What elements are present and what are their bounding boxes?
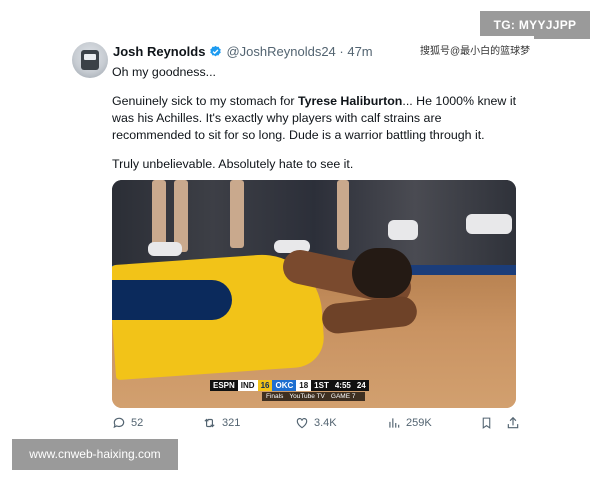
scorebug: ESPN IND 16 OKC 18 1ST 4:55 24 — [210, 380, 369, 391]
reply-count: 52 — [131, 417, 144, 429]
tweet-text-prefix: Genuinely sick to my stomach for — [112, 94, 298, 108]
scorebug-period: 1ST — [311, 380, 332, 391]
tweet-media-image[interactable]: ESPN IND 16 OKC 18 1ST 4:55 24 Finals Yo… — [112, 180, 516, 408]
handle-and-timestamp[interactable]: @JoshReynolds24 · 47m — [226, 44, 372, 59]
scorebug-team1-score: 16 — [257, 380, 273, 391]
views-chart-icon — [389, 418, 400, 428]
scorebug-team1: IND — [237, 380, 258, 391]
tg-watermark-badge: TG: MYYJJPP — [480, 11, 590, 39]
share-button[interactable] — [506, 416, 525, 430]
repost-count: 321 — [222, 417, 241, 429]
sohu-watermark: 搜狐号@最小白的篮球梦 — [420, 46, 531, 57]
reply-button[interactable]: 52 — [112, 416, 143, 430]
tweet-action-bar: 52 321 3.4K 259K — [112, 416, 522, 434]
repost-icon — [204, 418, 215, 428]
avatar[interactable] — [72, 42, 108, 78]
heart-icon — [296, 418, 308, 429]
scorebug-network: ESPN — [210, 380, 238, 391]
share-icon — [507, 416, 519, 429]
scorebug-tv: YouTube TV — [289, 393, 325, 400]
like-count: 3.4K — [314, 417, 337, 429]
scorebug-team2-score: 18 — [296, 380, 312, 391]
author-name[interactable]: Josh Reynolds — [113, 44, 205, 59]
scorebug-team2: OKC — [272, 380, 297, 391]
repost-button[interactable]: 321 — [202, 416, 240, 430]
bookmark-button[interactable] — [480, 416, 498, 430]
bookmark-icon — [482, 417, 491, 429]
views-count: 259K — [406, 417, 432, 429]
verified-badge-icon — [210, 45, 222, 57]
player-head — [352, 248, 412, 298]
tweet-text-paragraph: Genuinely sick to my stomach for Tyrese … — [112, 93, 522, 144]
tweet-text-line1: Oh my goodness... — [112, 65, 216, 79]
tweet-header: Josh Reynolds @JoshReynolds24 · 47m — [113, 44, 373, 59]
website-watermark-badge: www.cnweb-haixing.com — [12, 439, 178, 470]
scorebug-game: GAME 7 — [330, 393, 356, 400]
tweet-card[interactable]: Josh Reynolds @JoshReynolds24 · 47m 搜狐号@… — [68, 36, 534, 442]
tweet-text-line3: Truly unbelievable. Absolutely hate to s… — [112, 157, 354, 171]
like-button[interactable]: 3.4K — [295, 416, 337, 430]
scorebug-clock: 4:55 — [331, 380, 354, 391]
views-button[interactable]: 259K — [387, 416, 432, 430]
scorebug-shot-clock: 24 — [353, 380, 369, 391]
reply-icon — [113, 417, 125, 429]
scorebug-finals: Finals — [266, 393, 284, 400]
tweet-text-bold-name: Tyrese Haliburton — [297, 94, 403, 108]
scorebug-subline: Finals YouTube TV GAME 7 — [262, 392, 366, 401]
